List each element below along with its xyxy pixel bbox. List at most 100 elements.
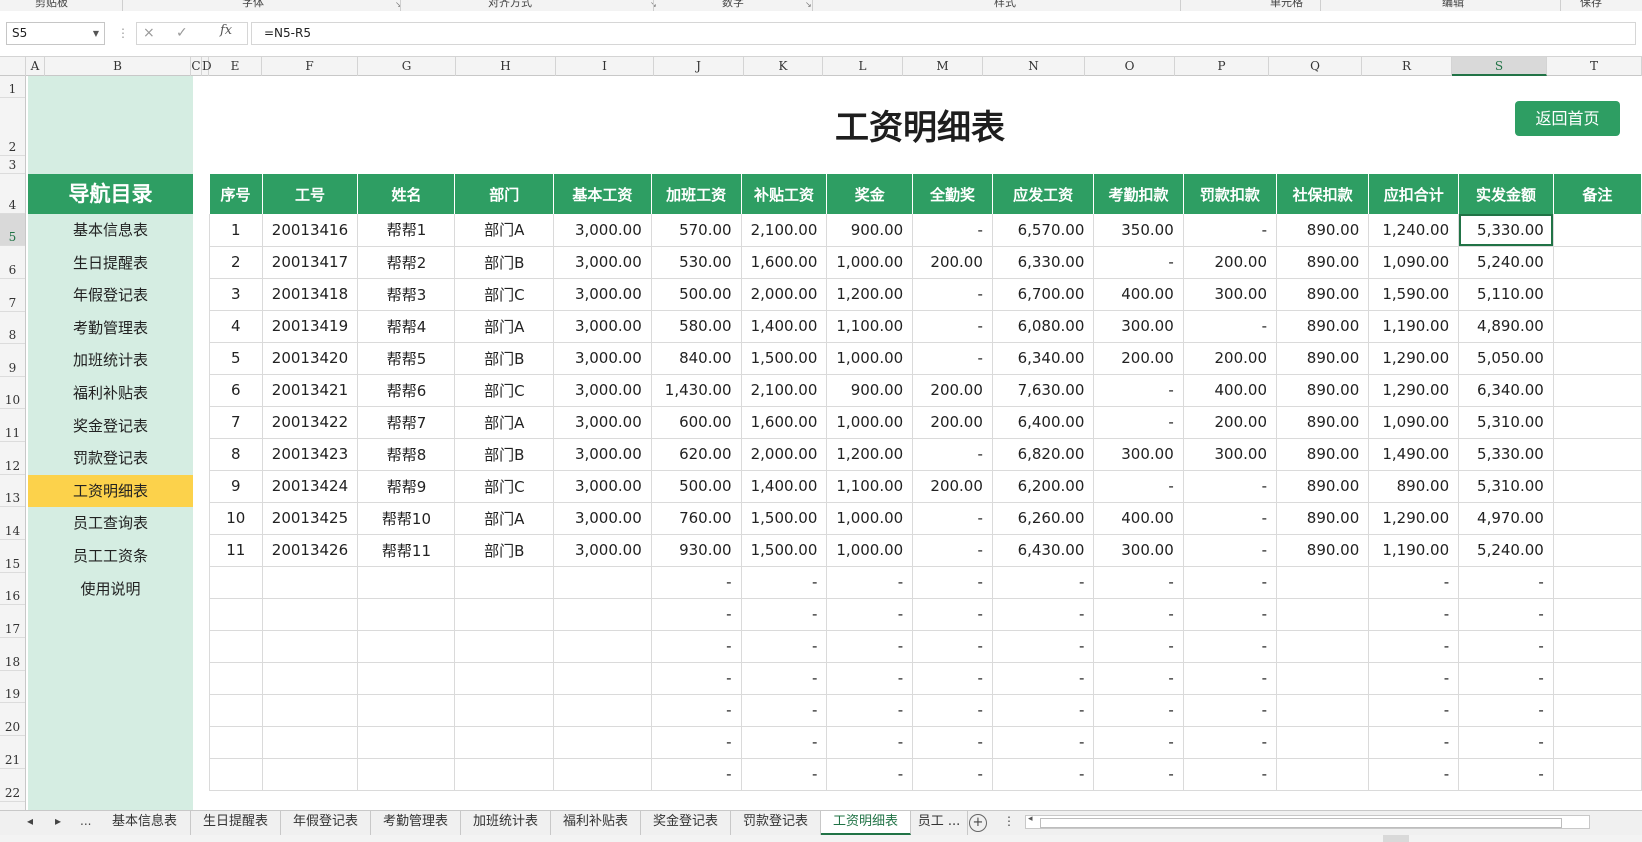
table-cell[interactable]: -	[1093, 629, 1184, 663]
nav-item[interactable]: 员工工资条	[28, 540, 193, 572]
table-cell[interactable]: 1,490.00	[1368, 437, 1460, 471]
table-cell[interactable]: 900.00	[826, 373, 914, 407]
column-header-cell[interactable]: 全勤奖	[912, 174, 993, 214]
table-cell[interactable]: -	[826, 661, 914, 695]
table-cell[interactable]: 3,000.00	[553, 277, 652, 311]
table-cell[interactable]: 1,500.00	[740, 533, 828, 567]
nav-item[interactable]: 使用说明	[28, 573, 193, 605]
table-cell[interactable]: -	[826, 757, 914, 791]
table-cell[interactable]	[454, 725, 555, 759]
table-cell[interactable]: 200.00	[1182, 405, 1278, 439]
table-cell[interactable]: 20013425	[261, 501, 359, 535]
table-cell[interactable]: 890.00	[1275, 437, 1370, 471]
table-cell[interactable]	[1275, 725, 1370, 759]
horizontal-scrollbar[interactable]: ◂	[1025, 814, 1590, 829]
table-cell[interactable]	[1552, 341, 1642, 375]
table-cell[interactable]: 帮帮3	[357, 277, 456, 311]
table-cell[interactable]: 300.00	[1182, 277, 1278, 311]
table-cell[interactable]	[1275, 565, 1370, 599]
table-cell[interactable]: 6	[209, 373, 263, 407]
table-cell[interactable]: -	[1093, 725, 1184, 759]
table-cell[interactable]	[209, 757, 263, 791]
table-cell[interactable]: -	[912, 533, 993, 567]
table-cell[interactable]: -	[1458, 629, 1554, 663]
table-cell[interactable]: 部门B	[454, 533, 555, 567]
column-header-cell[interactable]: 加班工资	[651, 174, 742, 214]
table-cell[interactable]: -	[912, 661, 993, 695]
table-cell[interactable]: 部门C	[454, 469, 555, 503]
table-cell[interactable]: 6,400.00	[991, 405, 1095, 439]
table-cell[interactable]: 840.00	[650, 341, 742, 375]
table-cell[interactable]: 20013418	[261, 277, 359, 311]
nav-item[interactable]: 员工查询表	[28, 507, 193, 539]
column-header-cell[interactable]: 奖金	[826, 174, 914, 214]
table-cell[interactable]: -	[1182, 597, 1278, 631]
table-cell[interactable]	[1275, 661, 1370, 695]
table-cell[interactable]: -	[650, 757, 742, 791]
table-cell[interactable]	[357, 661, 456, 695]
table-cell[interactable]	[1552, 245, 1642, 279]
column-header-cell[interactable]: 备注	[1553, 174, 1642, 214]
table-cell[interactable]: -	[740, 693, 828, 727]
scroll-tabs-right-icon[interactable]: ▸	[55, 814, 61, 828]
table-cell[interactable]: -	[912, 277, 993, 311]
table-cell[interactable]: 帮帮9	[357, 469, 456, 503]
table-cell[interactable]: 帮帮1	[357, 214, 456, 247]
table-cell[interactable]	[553, 565, 652, 599]
dialog-launcher-icon[interactable]: ↘	[805, 0, 812, 9]
table-cell[interactable]: 1,290.00	[1368, 501, 1460, 535]
table-cell[interactable]: 1,430.00	[650, 373, 742, 407]
table-cell[interactable]: 4	[209, 309, 263, 343]
table-cell[interactable]: 6,340.00	[991, 341, 1095, 375]
table-cell[interactable]: -	[1182, 661, 1278, 695]
table-cell[interactable]: 1,400.00	[740, 309, 828, 343]
sheet-tab[interactable]: 员工 ...	[911, 811, 968, 835]
table-cell[interactable]: 1,190.00	[1368, 309, 1460, 343]
table-cell[interactable]: -	[1368, 565, 1460, 599]
column-header-cell[interactable]: 考勤扣款	[1093, 174, 1184, 214]
table-cell[interactable]	[357, 597, 456, 631]
table-cell[interactable]: 4,890.00	[1458, 309, 1554, 343]
table-cell[interactable]: 890.00	[1275, 405, 1370, 439]
table-cell[interactable]: 300.00	[1093, 309, 1184, 343]
table-cell[interactable]: -	[1368, 661, 1460, 695]
table-cell[interactable]: -	[650, 725, 742, 759]
nav-item[interactable]: 加班统计表	[28, 344, 193, 376]
table-cell[interactable]	[261, 597, 359, 631]
table-cell[interactable]	[553, 693, 652, 727]
row-header[interactable]: 3	[0, 156, 25, 174]
table-cell[interactable]: 200.00	[912, 245, 993, 279]
table-cell[interactable]: 1,000.00	[826, 245, 914, 279]
table-cell[interactable]: 1,000.00	[826, 405, 914, 439]
row-header[interactable]: 13	[0, 475, 25, 507]
table-cell[interactable]: -	[912, 597, 993, 631]
table-cell[interactable]: -	[1368, 597, 1460, 631]
table-cell[interactable]: 5	[209, 341, 263, 375]
table-cell[interactable]: -	[1458, 661, 1554, 695]
table-cell[interactable]: -	[1182, 565, 1278, 599]
table-cell[interactable]: -	[912, 565, 993, 599]
table-cell[interactable]: 1,090.00	[1368, 405, 1460, 439]
column-header-cell[interactable]: 社保扣款	[1276, 174, 1370, 214]
table-cell[interactable]: -	[1458, 565, 1554, 599]
row-header[interactable]: 16	[0, 573, 25, 605]
table-cell[interactable]: 部门A	[454, 309, 555, 343]
table-cell[interactable]: 20013426	[261, 533, 359, 567]
table-cell[interactable]: -	[740, 597, 828, 631]
table-cell[interactable]: 7	[209, 405, 263, 439]
table-cell[interactable]: -	[912, 309, 993, 343]
tab-bar-menu-icon[interactable]: ⋮	[1003, 814, 1015, 828]
table-cell[interactable]: -	[912, 341, 993, 375]
table-cell[interactable]	[454, 629, 555, 663]
column-header-cell[interactable]: 实发金额	[1458, 174, 1554, 214]
column-header-g[interactable]: G	[358, 57, 456, 76]
table-cell[interactable]: 6,260.00	[991, 501, 1095, 535]
table-cell[interactable]: -	[1093, 245, 1184, 279]
table-cell[interactable]: -	[1093, 693, 1184, 727]
table-cell[interactable]: 5,330.00	[1458, 437, 1554, 471]
table-cell[interactable]: -	[1182, 693, 1278, 727]
table-cell[interactable]	[261, 725, 359, 759]
table-cell[interactable]: 5,110.00	[1458, 277, 1554, 311]
table-cell[interactable]: 部门B	[454, 245, 555, 279]
table-cell[interactable]: 890.00	[1275, 469, 1370, 503]
